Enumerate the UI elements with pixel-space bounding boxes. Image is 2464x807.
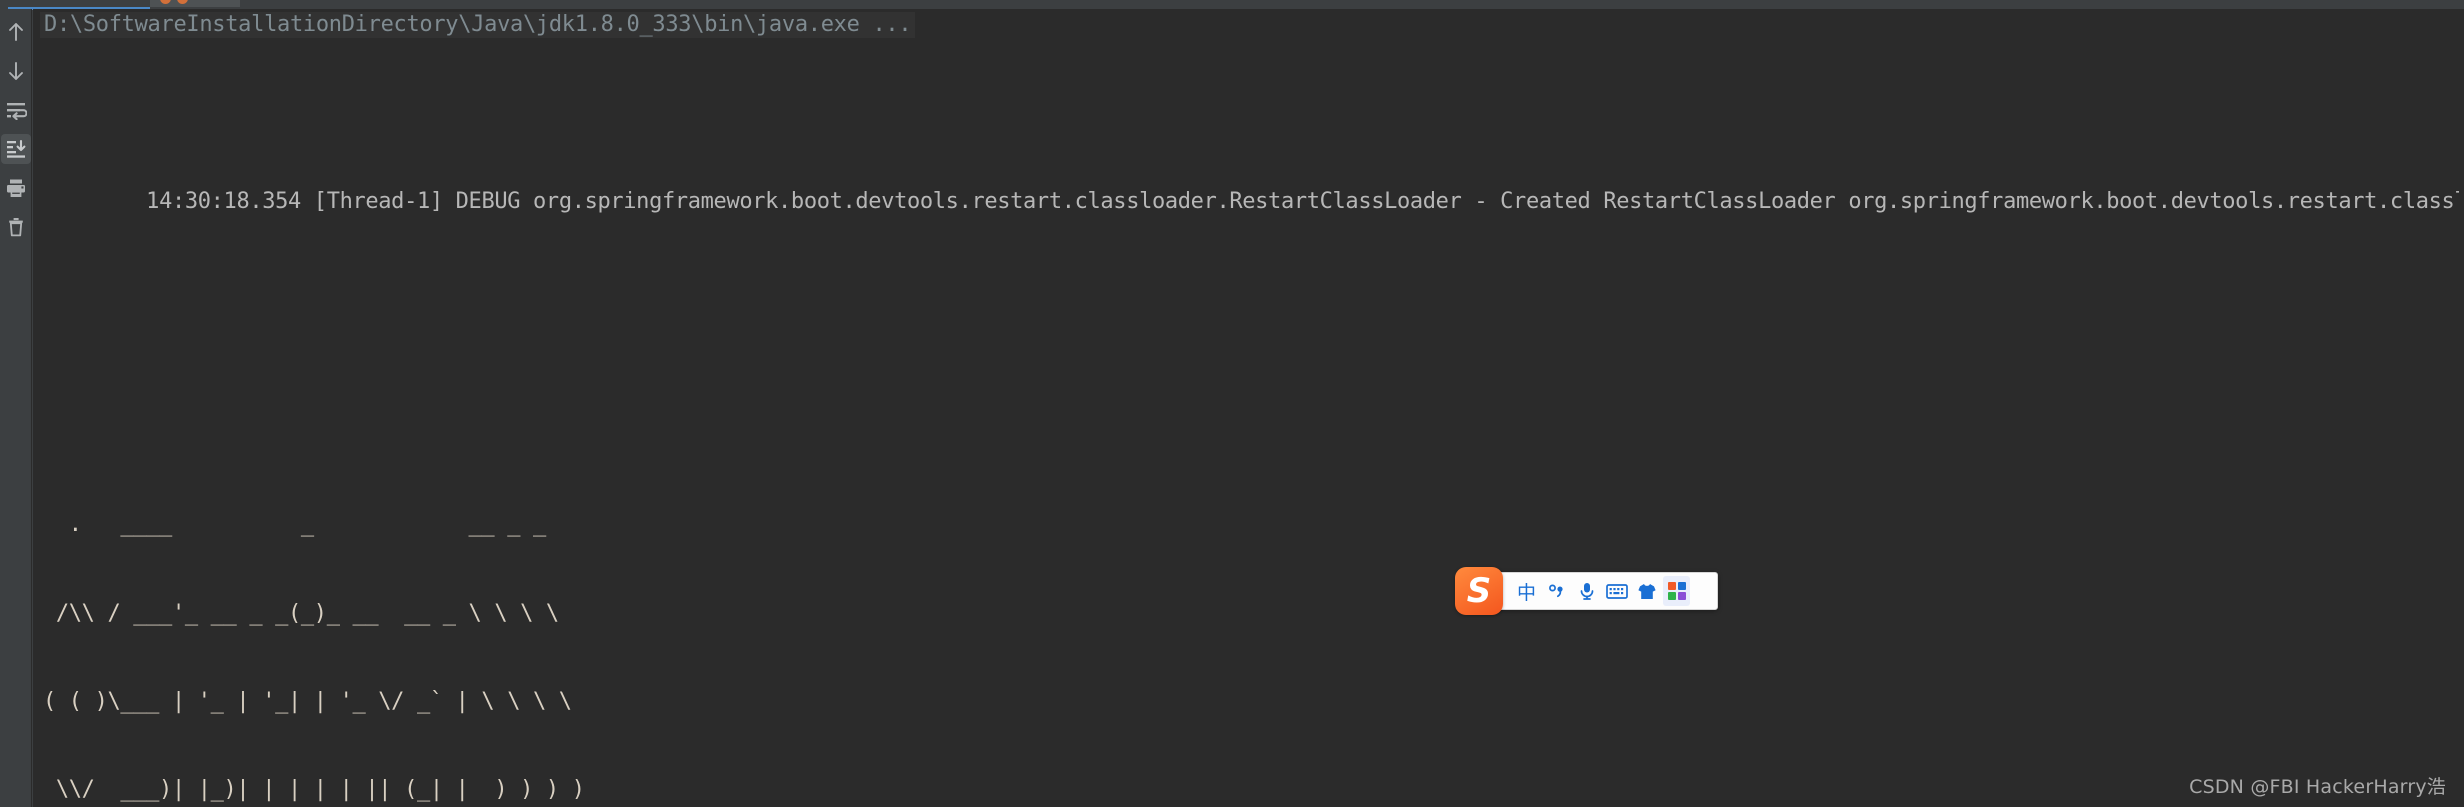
command-line-text: D:\SoftwareInstallationDirectory\Java\jd…	[40, 12, 916, 38]
spring-banner-line: \\/ ___)| |_)| | | | | || (_| | ) ) ) )	[43, 777, 585, 803]
up-arrow-icon[interactable]	[1, 17, 31, 47]
down-arrow-icon[interactable]	[1, 56, 31, 86]
microphone-glyph	[1580, 583, 1593, 600]
console-output-area[interactable]: D:\SoftwareInstallationDirectory\Java\jd…	[33, 9, 2464, 807]
print-glyph	[6, 179, 25, 197]
watermark-text: CSDN @FBI HackerHarry浩	[2189, 776, 2446, 798]
language-mode-icon[interactable]: 中	[1513, 576, 1540, 606]
ime-buttons: 中	[1513, 576, 1690, 606]
language-mode-glyph: 中	[1516, 581, 1536, 604]
spring-banner-line: ( ( )\___ | '_ | '_| | '_ \/ _` | \ \ \ …	[43, 688, 572, 714]
sogou-logo-icon[interactable]: S	[1455, 567, 1503, 615]
run-status-dots	[160, 0, 220, 5]
up-arrow-glyph	[8, 23, 23, 41]
punctuation-glyph	[1548, 584, 1563, 598]
punctuation-mode-icon[interactable]	[1543, 576, 1570, 606]
ide-run-console-window: D:\SoftwareInstallationDirectory\Java\jd…	[0, 0, 2464, 807]
scroll-to-end-glyph	[6, 139, 25, 158]
print-icon[interactable]	[1, 173, 31, 203]
log-line-debug: 14:30:18.354 [Thread-1] DEBUG org.spring…	[43, 158, 2464, 214]
keyboard-glyph	[1605, 583, 1628, 599]
log-blank-1	[43, 275, 2464, 304]
spring-banner-line: /\\ / ___'_ __ _ _(_)_ __ __ _ \ \ \ \	[43, 600, 559, 626]
log-line-debug-text: 14:30:18.354 [Thread-1] DEBUG org.spring…	[146, 189, 2464, 215]
soft-wrap-glyph	[6, 103, 27, 120]
ime-floating-toolbar[interactable]: S 中	[1455, 567, 1718, 615]
console-toolbar	[0, 9, 32, 807]
scroll-to-end-icon[interactable]	[0, 134, 31, 164]
run-tab-strip	[0, 0, 2464, 10]
tshirt-glyph	[1637, 583, 1656, 599]
toolbox-grid-glyph	[1667, 582, 1686, 600]
vertical-scrollbar[interactable]	[2459, 18, 2464, 807]
log-output: 14:30:18.354 [Thread-1] DEBUG org.spring…	[43, 40, 2464, 807]
skin-icon[interactable]	[1633, 576, 1660, 606]
toolbox-icon[interactable]	[1663, 576, 1690, 606]
soft-keyboard-icon[interactable]	[1603, 576, 1630, 606]
down-arrow-glyph	[8, 62, 23, 80]
spring-banner-line: . ____ _ __ _ _	[43, 512, 546, 538]
trash-icon[interactable]	[1, 212, 31, 242]
trash-glyph	[8, 218, 23, 237]
voice-input-icon[interactable]	[1573, 576, 1600, 606]
log-blank-2	[43, 363, 2464, 392]
soft-wrap-icon[interactable]	[1, 95, 31, 125]
